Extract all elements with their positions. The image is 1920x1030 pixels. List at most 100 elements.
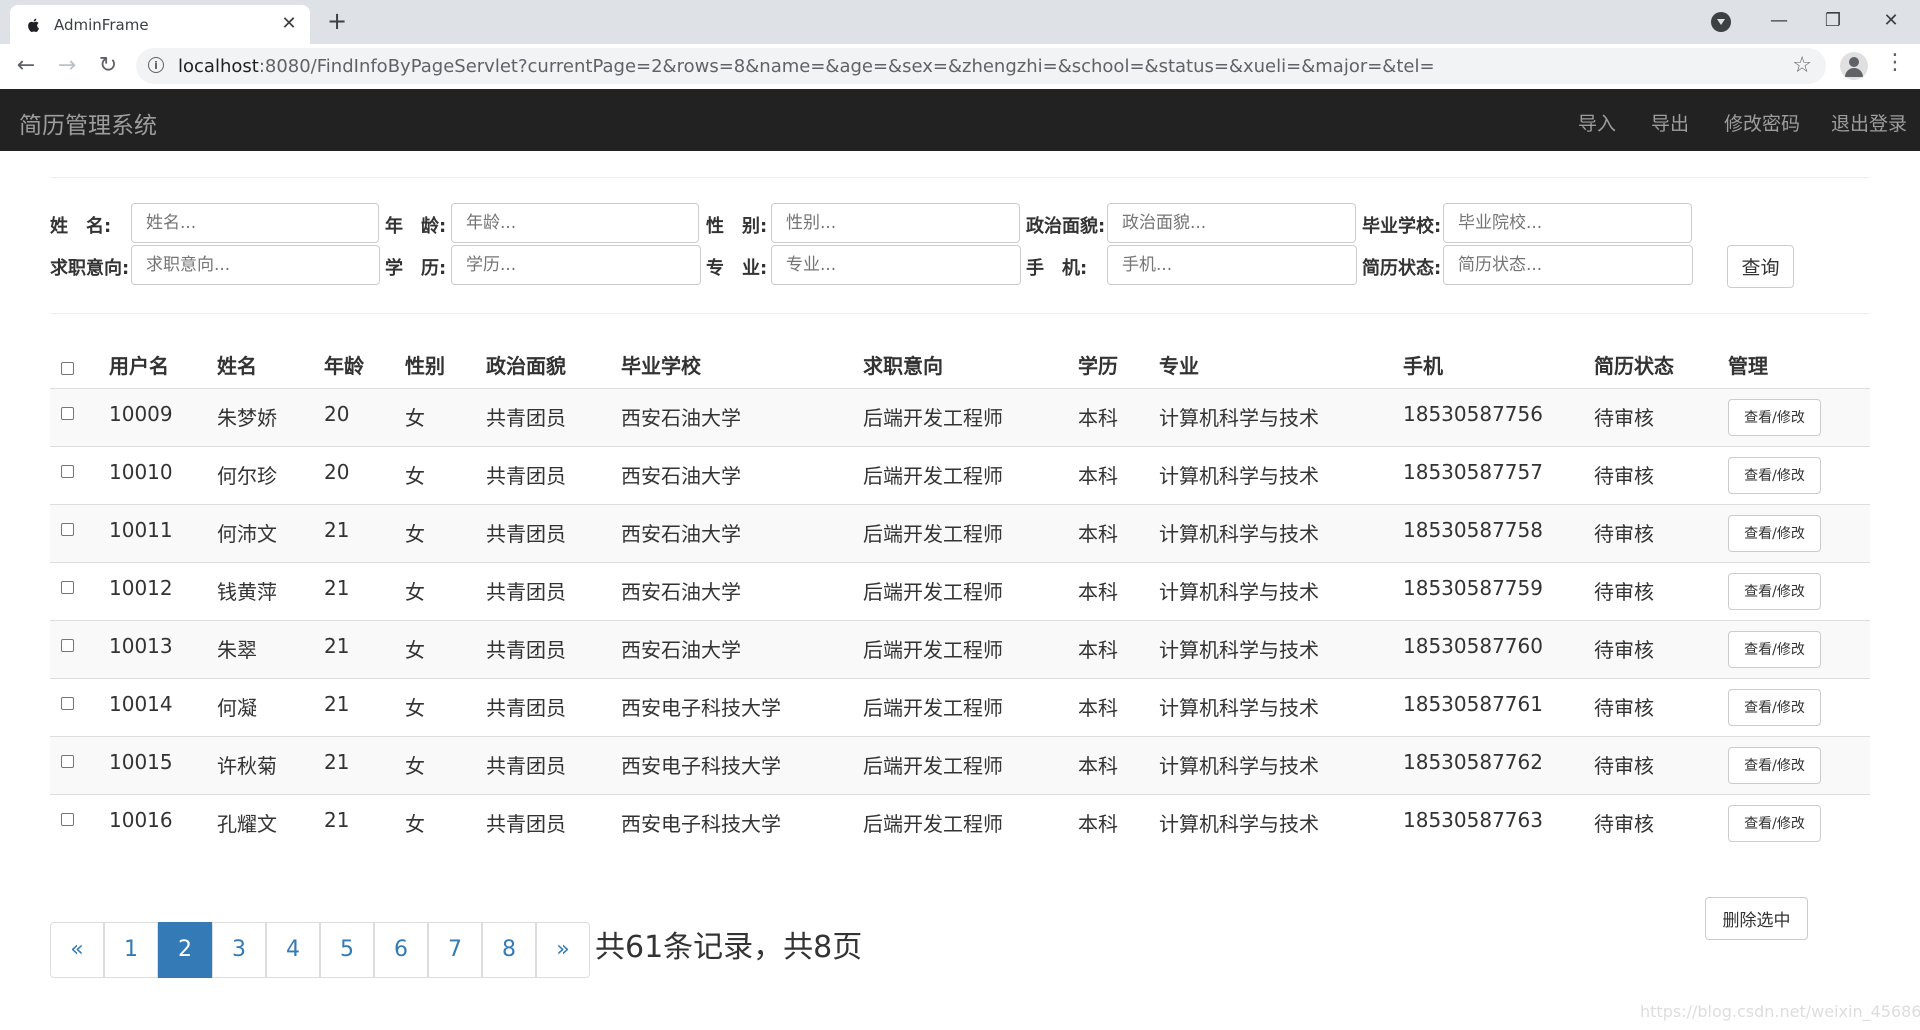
cell-major: 计算机科学与技术 xyxy=(1159,696,1319,720)
close-tab-icon[interactable]: ✕ xyxy=(278,13,300,35)
cell-username: 10012 xyxy=(109,576,173,600)
back-icon[interactable]: ← xyxy=(12,52,40,80)
phone-input[interactable] xyxy=(1107,245,1357,285)
cell-name: 许秋菊 xyxy=(217,754,277,778)
view-edit-button[interactable]: 查看/修改 xyxy=(1728,747,1821,784)
watermark: https://blog.csdn.net/weixin_45686899 xyxy=(1640,1002,1920,1021)
select-all-checkbox[interactable] xyxy=(61,362,74,375)
cell-political: 共青团员 xyxy=(486,696,566,720)
divider xyxy=(50,313,1870,314)
sex-input[interactable] xyxy=(771,203,1020,243)
cell-age: 21 xyxy=(324,634,350,658)
row-checkbox[interactable] xyxy=(61,407,74,420)
cell-sex: 女 xyxy=(405,406,425,430)
chrome-menu-dropdown-icon[interactable] xyxy=(1711,12,1731,32)
page-1[interactable]: 1 xyxy=(104,922,158,978)
cell-education: 本科 xyxy=(1078,522,1118,546)
app-brand[interactable]: 简历管理系统 xyxy=(19,106,157,140)
page-prev[interactable]: « xyxy=(50,922,104,978)
page-6[interactable]: 6 xyxy=(374,922,428,978)
view-edit-button[interactable]: 查看/修改 xyxy=(1728,631,1821,668)
nav-change-password-link[interactable]: 修改密码 xyxy=(1724,109,1800,136)
new-tab-icon[interactable]: + xyxy=(323,8,351,36)
nav-logout-link[interactable]: 退出登录 xyxy=(1831,109,1907,136)
profile-avatar-icon[interactable] xyxy=(1840,52,1868,80)
cell-name: 朱翠 xyxy=(217,638,257,662)
cell-name: 钱黄萍 xyxy=(217,580,277,604)
view-edit-button[interactable]: 查看/修改 xyxy=(1728,457,1821,494)
view-edit-button[interactable]: 查看/修改 xyxy=(1728,805,1821,842)
age-input[interactable] xyxy=(451,203,699,243)
cell-name: 何沛文 xyxy=(217,522,277,546)
cell-sex: 女 xyxy=(405,464,425,488)
row-checkbox[interactable] xyxy=(61,523,74,536)
page-5[interactable]: 5 xyxy=(320,922,374,978)
col-username: 用户名 xyxy=(109,354,169,378)
reload-icon[interactable]: ↻ xyxy=(94,52,122,80)
major-input[interactable] xyxy=(771,245,1021,285)
row-checkbox[interactable] xyxy=(61,465,74,478)
cell-phone: 18530587762 xyxy=(1403,750,1543,774)
col-intention: 求职意向 xyxy=(863,354,943,378)
cell-major: 计算机科学与技术 xyxy=(1159,812,1319,836)
political-input[interactable] xyxy=(1107,203,1356,243)
page-4[interactable]: 4 xyxy=(266,922,320,978)
forward-icon[interactable]: → xyxy=(53,52,81,80)
row-checkbox[interactable] xyxy=(61,581,74,594)
view-edit-button[interactable]: 查看/修改 xyxy=(1728,515,1821,552)
intention-input[interactable] xyxy=(131,245,380,285)
cell-status: 待审核 xyxy=(1594,580,1654,604)
label-political: 政治面貌: xyxy=(1026,216,1106,237)
nav-import-link[interactable]: 导入 xyxy=(1578,109,1616,136)
row-checkbox[interactable] xyxy=(61,697,74,710)
school-input[interactable] xyxy=(1443,203,1692,243)
row-checkbox[interactable] xyxy=(61,813,74,826)
nav-export-link[interactable]: 导出 xyxy=(1651,109,1689,136)
browser-tab[interactable]: AdminFrame ✕ xyxy=(10,5,310,44)
browser-toolbar: ← → ↻ i localhost:8080/FindInfoByPageSer… xyxy=(0,44,1920,90)
name-input[interactable] xyxy=(131,203,379,243)
page-next[interactable]: » xyxy=(536,922,590,978)
address-bar[interactable]: i localhost:8080/FindInfoByPageServlet?c… xyxy=(136,48,1826,84)
col-political: 政治面貌 xyxy=(486,354,566,378)
row-checkbox[interactable] xyxy=(61,755,74,768)
cell-username: 10013 xyxy=(109,634,173,658)
page-7[interactable]: 7 xyxy=(428,922,482,978)
more-menu-icon[interactable]: ⋮ xyxy=(1884,50,1906,75)
cell-status: 待审核 xyxy=(1594,464,1654,488)
cell-education: 本科 xyxy=(1078,812,1118,836)
page-3[interactable]: 3 xyxy=(212,922,266,978)
cell-username: 10011 xyxy=(109,518,173,542)
label-education: 学 历: xyxy=(385,258,447,279)
bookmark-star-icon[interactable]: ☆ xyxy=(1792,53,1812,78)
cell-major: 计算机科学与技术 xyxy=(1159,406,1319,430)
url-text[interactable]: localhost:8080/FindInfoByPageServlet?cur… xyxy=(178,56,1435,77)
cell-political: 共青团员 xyxy=(486,580,566,604)
site-info-icon[interactable]: i xyxy=(148,57,164,73)
page-2-current[interactable]: 2 xyxy=(158,922,212,978)
view-edit-button[interactable]: 查看/修改 xyxy=(1728,399,1821,436)
label-intention: 求职意向: xyxy=(50,258,130,279)
cell-school: 西安电子科技大学 xyxy=(621,812,781,836)
minimize-icon[interactable]: — xyxy=(1764,6,1794,36)
table-row: 10015 许秋菊 21 女 共青团员 西安电子科技大学 后端开发工程师 本科 计算机科学与技术… xyxy=(50,736,1870,794)
view-edit-button[interactable]: 查看/修改 xyxy=(1728,689,1821,726)
maximize-icon[interactable]: ❐ xyxy=(1818,6,1848,36)
table-row: 10014 何凝 21 女 共青团员 西安电子科技大学 后端开发工程师 本科 计算机科学与技术 1… xyxy=(50,678,1870,736)
delete-selected-button[interactable]: 删除选中 xyxy=(1705,897,1808,940)
close-window-icon[interactable]: ✕ xyxy=(1876,6,1906,36)
cell-sex: 女 xyxy=(405,580,425,604)
cell-phone: 18530587756 xyxy=(1403,402,1543,426)
search-button[interactable]: 查询 xyxy=(1727,245,1794,288)
status-input[interactable] xyxy=(1443,245,1693,285)
browser-tabstrip: AdminFrame ✕ + — ❐ ✕ xyxy=(0,0,1920,44)
cell-school: 西安石油大学 xyxy=(621,580,741,604)
view-edit-button[interactable]: 查看/修改 xyxy=(1728,573,1821,610)
col-status: 简历状态 xyxy=(1594,354,1674,378)
tab-title: AdminFrame xyxy=(54,16,149,34)
cell-major: 计算机科学与技术 xyxy=(1159,464,1319,488)
row-checkbox[interactable] xyxy=(61,639,74,652)
education-input[interactable] xyxy=(451,245,701,285)
page-8[interactable]: 8 xyxy=(482,922,536,978)
cell-school: 西安电子科技大学 xyxy=(621,696,781,720)
